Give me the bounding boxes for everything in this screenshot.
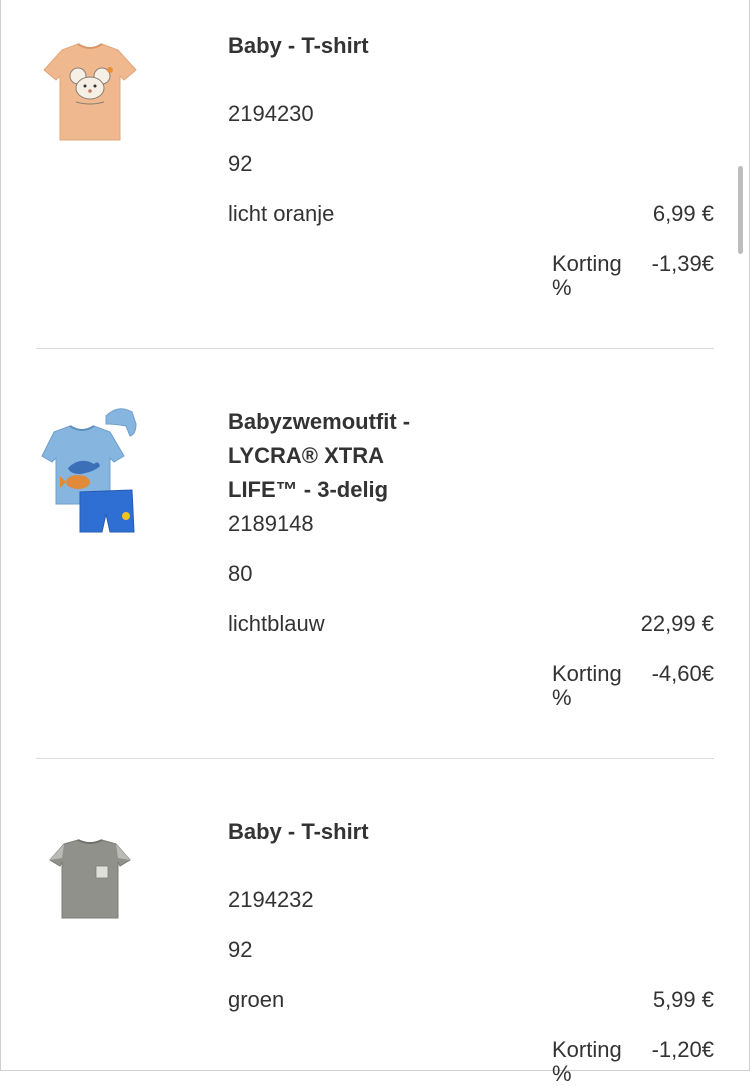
product-color: groen xyxy=(228,987,285,1012)
product-color: lichtblauw xyxy=(228,611,325,636)
product-article-number: 2194230 xyxy=(228,101,314,126)
product-title[interactable]: Babyzwemoutfit - LYCRA® XTRA LIFE™ - 3-d… xyxy=(228,405,428,507)
tshirt-green-icon xyxy=(49,839,131,919)
product-price: 6,99 € xyxy=(652,201,714,226)
product-size: 92 xyxy=(228,151,253,176)
item-divider xyxy=(36,758,714,759)
product-image[interactable] xyxy=(40,836,140,926)
product-image[interactable] xyxy=(40,36,140,146)
item-divider xyxy=(36,348,714,349)
product-size: 80 xyxy=(228,561,253,586)
swim-outfit-icon xyxy=(41,408,137,533)
product-size: 92 xyxy=(228,937,253,962)
product-title[interactable]: Baby - T-shirt xyxy=(228,29,428,63)
scrollbar[interactable] xyxy=(738,166,743,254)
product-title[interactable]: Baby - T-shirt xyxy=(228,815,428,849)
product-article-number: 2189148 xyxy=(228,511,314,536)
product-price: 22,99 € xyxy=(640,611,714,636)
product-color: licht oranje xyxy=(228,201,335,226)
discount-label: Korting % xyxy=(552,251,622,300)
discount-value: -1,39€ xyxy=(651,251,714,276)
product-article-number: 2194232 xyxy=(228,887,314,912)
tshirt-orange-mouse-icon xyxy=(43,43,137,141)
discount-label: Korting % xyxy=(552,661,622,710)
discount-label: Korting % xyxy=(552,1037,622,1086)
product-price: 5,99 € xyxy=(652,987,714,1012)
discount-value: -4,60€ xyxy=(651,661,714,686)
discount-value: -1,20€ xyxy=(651,1037,714,1062)
product-image[interactable] xyxy=(40,404,140,534)
